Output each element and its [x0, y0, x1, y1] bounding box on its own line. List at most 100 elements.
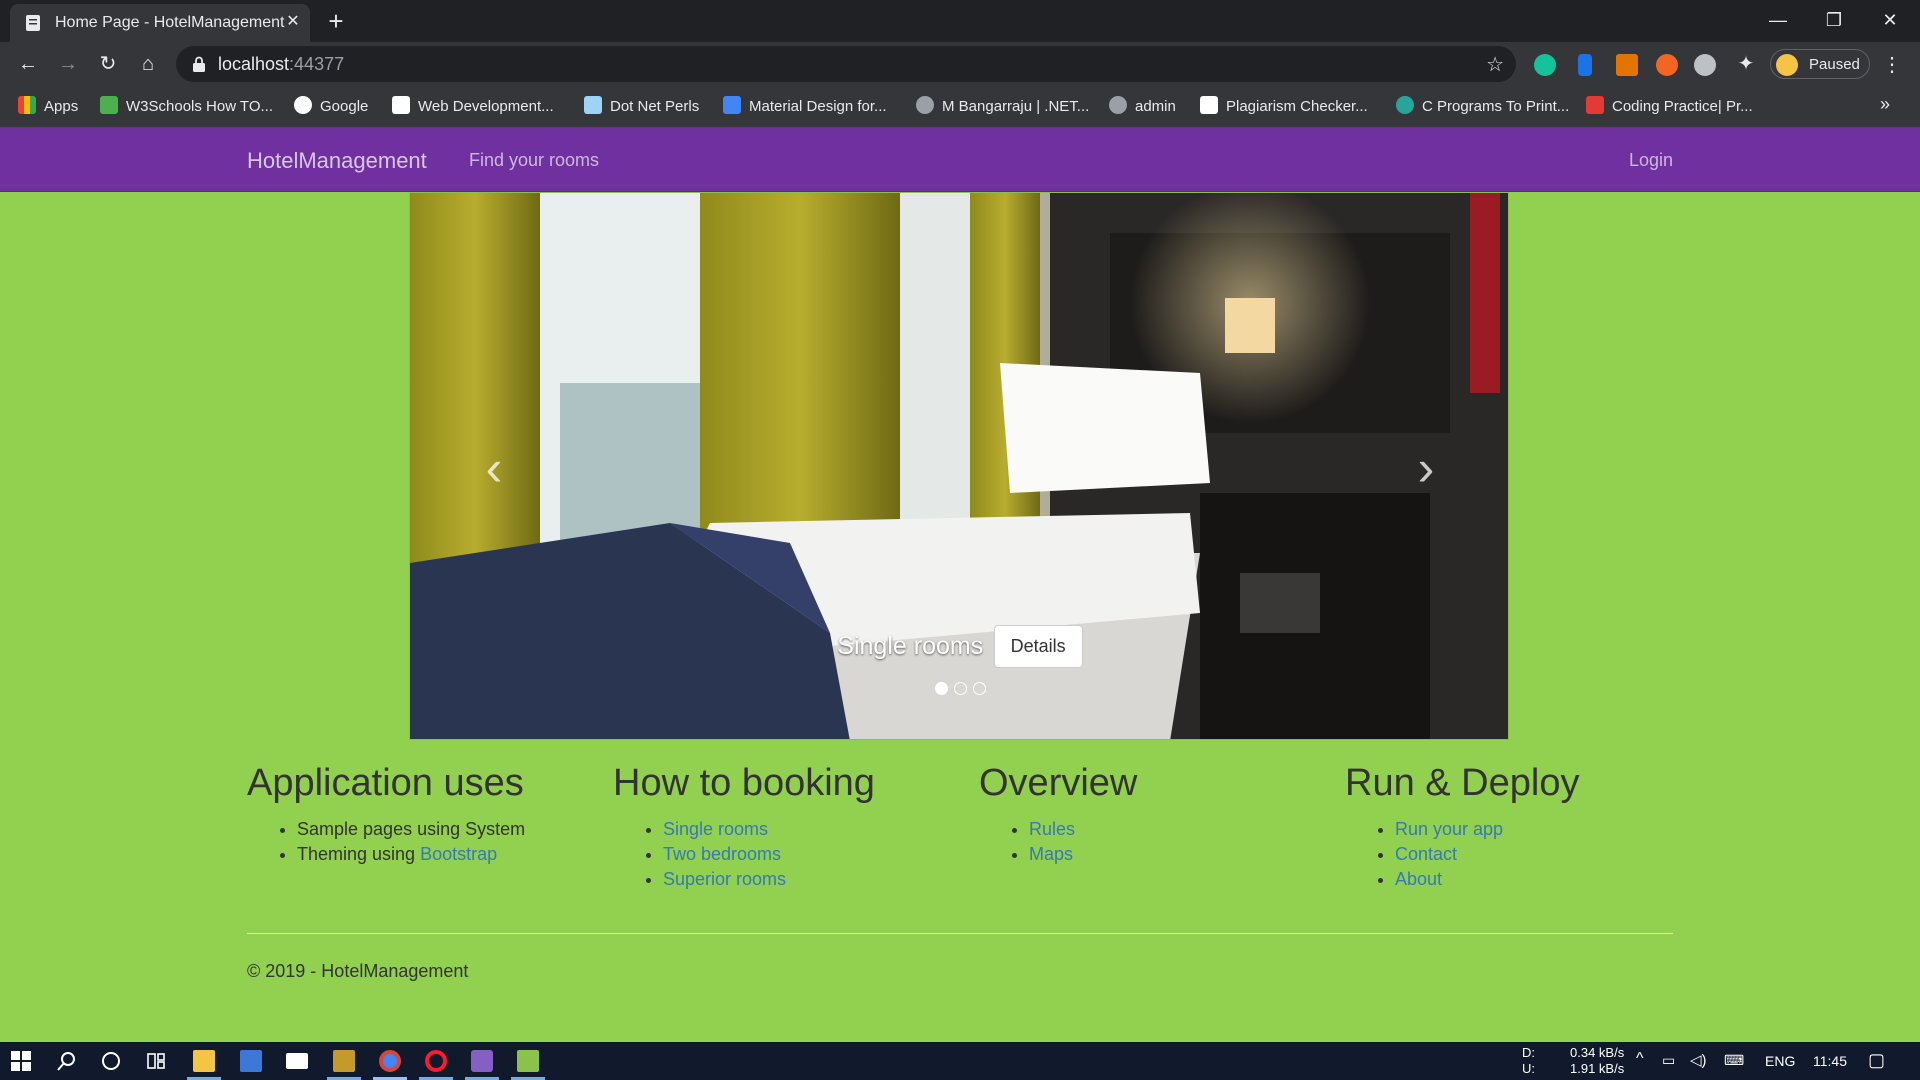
- maps-link[interactable]: Maps: [1029, 844, 1073, 864]
- brand-link[interactable]: HotelManagement: [247, 148, 427, 174]
- profile-button[interactable]: Paused: [1770, 49, 1870, 79]
- c-programs-icon: [1396, 96, 1414, 114]
- carousel-caption: Single rooms Details: [410, 625, 1508, 668]
- extensions-puzzle-icon[interactable]: ✦: [1732, 50, 1760, 78]
- notepad-icon[interactable]: [517, 1050, 539, 1072]
- avatar: [1776, 54, 1798, 76]
- bookmark-c-programs[interactable]: C Programs To Print...: [1396, 96, 1569, 118]
- back-icon[interactable]: ←: [14, 50, 42, 78]
- close-window-button[interactable]: ✕: [1862, 0, 1918, 42]
- details-button[interactable]: Details: [993, 625, 1083, 668]
- volume-icon[interactable]: ◁): [1690, 1051, 1707, 1069]
- bootstrap-link[interactable]: Bootstrap: [420, 844, 497, 864]
- forward-icon[interactable]: →: [54, 50, 82, 78]
- lock-icon: [193, 56, 205, 72]
- tab-title: Home Page - HotelManagement: [55, 14, 285, 31]
- mail-icon[interactable]: [286, 1053, 308, 1069]
- home-icon[interactable]: ⌂: [134, 50, 162, 78]
- opera-icon[interactable]: [425, 1050, 447, 1072]
- bookmark-coding-practice[interactable]: Coding Practice| Pr...: [1586, 96, 1753, 118]
- language-indicator[interactable]: ENG: [1765, 1053, 1795, 1069]
- chrome-icon[interactable]: [379, 1050, 401, 1072]
- list-item: Single rooms: [663, 817, 953, 842]
- windows-start-icon[interactable]: [10, 1050, 32, 1072]
- read-aloud-extension-icon[interactable]: [1578, 54, 1592, 76]
- bookmark-dot-net-perls[interactable]: Dot Net Perls: [584, 96, 699, 118]
- list-item: Maps: [1029, 842, 1319, 867]
- address-bar[interactable]: localhost:44377 ☆: [176, 46, 1516, 82]
- site-navbar: HotelManagement Find your rooms Login: [0, 128, 1920, 192]
- column-application-uses: Application uses Sample pages using Syst…: [247, 762, 587, 867]
- bookmark-material-design[interactable]: Material Design for...: [723, 96, 887, 118]
- tutorials-icon: [1586, 96, 1604, 114]
- bookmark-apps[interactable]: Apps: [18, 96, 78, 118]
- about-link[interactable]: About: [1395, 869, 1442, 889]
- browser-tab[interactable]: Home Page - HotelManagement ✕: [10, 4, 310, 42]
- extension-orange-icon[interactable]: [1656, 54, 1678, 76]
- browser-toolbar: ← → ↻ ⌂ localhost:44377 ☆ ✦ Paused ⋮: [0, 42, 1920, 86]
- clock[interactable]: 11:45: [1813, 1053, 1847, 1069]
- bookmark-w3schools[interactable]: W3Schools How TO...: [100, 96, 273, 118]
- extension-off-icon[interactable]: [1616, 54, 1638, 76]
- superior-rooms-link[interactable]: Superior rooms: [663, 869, 786, 889]
- column-heading: Application uses: [247, 762, 524, 804]
- extension-gray-icon[interactable]: [1694, 54, 1716, 76]
- bookmark-admin[interactable]: admin: [1109, 96, 1176, 118]
- list-item: About: [1395, 867, 1685, 892]
- reload-icon[interactable]: ↻: [94, 50, 122, 78]
- file-explorer-icon[interactable]: [193, 1050, 215, 1072]
- page-icon: [26, 15, 40, 31]
- bookmark-plagiarism-checker[interactable]: Plagiarism Checker...: [1200, 96, 1368, 118]
- search-icon[interactable]: [56, 1050, 78, 1072]
- profile-status: Paused: [1809, 56, 1860, 73]
- carousel-indicator-3[interactable]: [972, 682, 986, 695]
- nav-login[interactable]: Login: [1629, 150, 1673, 171]
- carousel-next-icon[interactable]: ›: [1406, 443, 1446, 493]
- bookmark-m-bangarraju[interactable]: M Bangarraju | .NET...: [916, 96, 1089, 118]
- minimize-button[interactable]: —: [1750, 0, 1806, 42]
- cortana-icon[interactable]: [100, 1050, 122, 1072]
- visual-studio-icon[interactable]: [471, 1050, 493, 1072]
- column-heading: Overview: [979, 762, 1138, 804]
- footer-divider: [247, 933, 1673, 934]
- list-item: Rules: [1029, 817, 1319, 842]
- list-item: Sample pages using System: [297, 817, 587, 842]
- column-heading: How to booking: [613, 762, 875, 804]
- nav-find-your-rooms[interactable]: Find your rooms: [469, 150, 599, 171]
- bookmark-star-icon[interactable]: ☆: [1486, 52, 1504, 77]
- store-icon[interactable]: [240, 1050, 262, 1072]
- w3schools-icon: [100, 96, 118, 114]
- carousel-indicator-1[interactable]: [934, 682, 948, 695]
- list-item: Theming using Bootstrap: [297, 842, 587, 867]
- globe-icon: [916, 96, 934, 114]
- carousel-prev-icon[interactable]: ‹: [474, 443, 514, 493]
- apps-grid-icon: [18, 96, 36, 114]
- notifications-icon[interactable]: ▢: [1868, 1050, 1885, 1071]
- menu-kebab-icon[interactable]: ⋮: [1882, 52, 1902, 77]
- bookmark-web-development[interactable]: Web Development...: [392, 96, 554, 118]
- grammarly-extension-icon[interactable]: [1534, 54, 1556, 76]
- column-heading: Run & Deploy: [1345, 762, 1580, 804]
- battery-icon[interactable]: ▭: [1662, 1052, 1675, 1069]
- list-item: Run your app: [1395, 817, 1685, 842]
- contact-link[interactable]: Contact: [1395, 844, 1457, 864]
- carousel-indicator-2[interactable]: [953, 682, 967, 695]
- keyboard-icon[interactable]: ⌨: [1724, 1052, 1744, 1069]
- new-tab-button[interactable]: +: [322, 8, 350, 36]
- bookmark-google[interactable]: Google: [294, 96, 368, 118]
- task-view-icon[interactable]: [145, 1050, 167, 1072]
- app-icon[interactable]: [333, 1050, 355, 1072]
- rules-link[interactable]: Rules: [1029, 819, 1075, 839]
- chevron-up-icon[interactable]: ^: [1636, 1050, 1644, 1068]
- run-your-app-link[interactable]: Run your app: [1395, 819, 1503, 839]
- tab-close-icon[interactable]: ✕: [282, 11, 304, 33]
- list-item: Two bedrooms: [663, 842, 953, 867]
- list-item: Superior rooms: [663, 867, 953, 892]
- bookmarks-overflow-icon[interactable]: »: [1880, 94, 1890, 115]
- url-port: :44377: [289, 54, 345, 74]
- two-bedrooms-link[interactable]: Two bedrooms: [663, 844, 781, 864]
- list-item: Contact: [1395, 842, 1685, 867]
- single-rooms-link[interactable]: Single rooms: [663, 819, 768, 839]
- net-down-label: D:: [1522, 1045, 1535, 1060]
- restore-button[interactable]: ❐: [1806, 0, 1862, 42]
